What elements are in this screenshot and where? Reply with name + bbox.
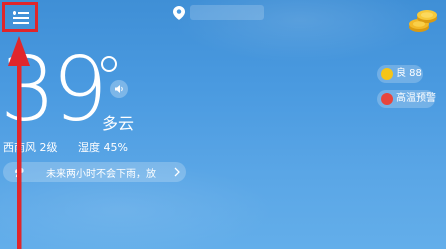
air-quality-badge[interactable]: 良 88: [377, 65, 423, 83]
degree-symbol: [101, 56, 117, 72]
speaker-icon: [115, 85, 123, 93]
location-name[interactable]: [190, 5, 264, 20]
rain-forecast-text: 未来两小时不会下雨，放: [46, 169, 156, 180]
gold-coins-icon[interactable]: [407, 4, 439, 34]
location-pin-icon: [173, 6, 185, 20]
chevron-right-icon: [174, 167, 180, 177]
menu-button[interactable]: [2, 2, 38, 32]
menu-icon: [13, 11, 29, 24]
rain-icon: [15, 167, 24, 178]
heat-warning-label: 高温预警: [396, 93, 436, 104]
wind-info: 西南风 2级: [3, 141, 58, 154]
warning-icon: [381, 93, 393, 105]
voice-broadcast-button[interactable]: [110, 80, 128, 98]
rain-forecast-bar[interactable]: 未来两小时不会下雨，放: [3, 162, 186, 182]
humidity-info: 湿度 45%: [78, 141, 128, 154]
weather-condition: 多云: [102, 114, 135, 133]
air-quality-label: 良 88: [396, 68, 422, 79]
heat-warning-badge[interactable]: 高温预警: [377, 90, 436, 108]
current-temperature: 39: [0, 38, 108, 141]
leaf-icon: [381, 68, 393, 80]
